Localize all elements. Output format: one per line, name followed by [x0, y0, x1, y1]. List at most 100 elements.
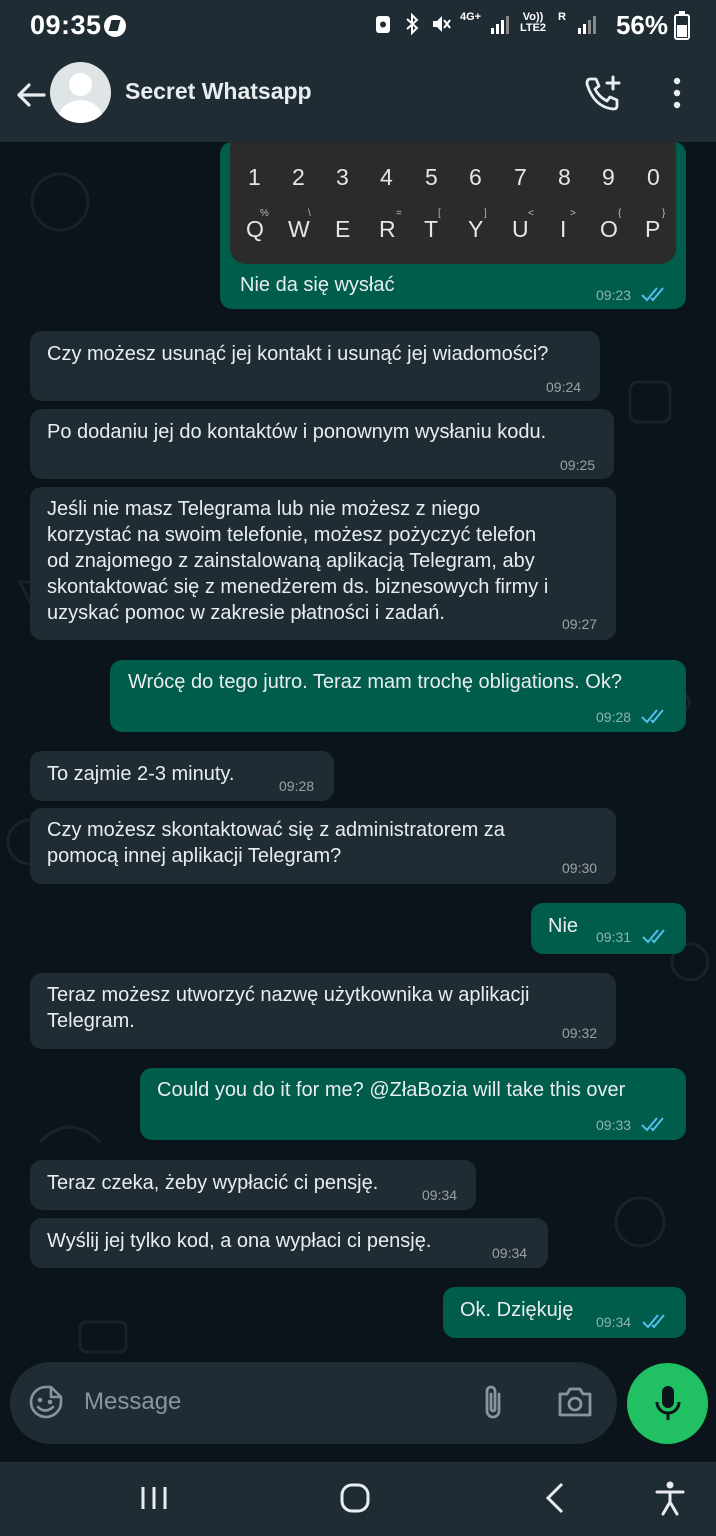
chat-header: Secret Whatsapp: [0, 54, 716, 142]
read-ticks-icon: [641, 287, 664, 302]
camera-icon[interactable]: [556, 1384, 594, 1420]
back-arrow-icon[interactable]: [14, 78, 48, 112]
keyboard-key: R: [379, 216, 396, 242]
chat-area[interactable]: 1 2 3 4 5 6 7 8 9 0 Q W E R T Y U I O P …: [0, 142, 716, 1462]
message-bubble-incoming[interactable]: Teraz czeka, żeby wypłacić ci pensję. 09…: [30, 1160, 476, 1210]
message-time: 09:34: [492, 1245, 528, 1261]
message-bubble-incoming[interactable]: Po dodaniu jej do kontaktów i ponownym w…: [30, 409, 614, 479]
message-text: Could you do it for me? @ZłaBozia will t…: [157, 1079, 626, 1101]
message-bubble-outgoing[interactable]: 1 2 3 4 5 6 7 8 9 0 Q W E R T Y U I O P …: [220, 142, 686, 309]
paperclip-icon[interactable]: [478, 1382, 508, 1422]
accessibility-icon[interactable]: [650, 1478, 690, 1518]
message-time: 09:34: [596, 1314, 632, 1330]
keyboard-subsymbol: {: [618, 208, 622, 219]
status-icons: 4G+ Vo)) LTE2 R: [373, 12, 596, 36]
message-bubble-outgoing[interactable]: Could you do it for me? @ZłaBozia will t…: [140, 1068, 686, 1140]
add-call-icon[interactable]: [584, 74, 622, 112]
avatar[interactable]: [50, 62, 111, 123]
message-text: Teraz czeka, żeby wypłacić ci pensję.: [47, 1172, 379, 1194]
notification-icon: [104, 15, 126, 37]
message-bubble-incoming[interactable]: Teraz możesz utworzyć nazwę użytkownika …: [30, 973, 616, 1049]
home-icon[interactable]: [337, 1480, 373, 1516]
message-bubble-incoming[interactable]: Wyślij jej tylko kod, a ona wypłaci ci p…: [30, 1218, 548, 1268]
keyboard-subsymbol: [: [438, 208, 441, 219]
network-4g-label: 4G+: [460, 11, 482, 23]
keyboard-key: P: [645, 216, 661, 242]
keyboard-key: O: [600, 216, 618, 242]
read-ticks-icon: [642, 1314, 665, 1329]
message-text-line: od znajomego z zainstalowaną aplikacją T…: [47, 550, 535, 572]
message-time: 09:32: [562, 1025, 598, 1041]
keyboard-subsymbol: >: [570, 208, 576, 219]
keyboard-subsymbol: }: [662, 208, 666, 219]
mute-icon: [431, 12, 451, 36]
keyboard-key: E: [335, 216, 351, 242]
message-bubble-incoming[interactable]: To zajmie 2-3 minuty. 09:28: [30, 751, 334, 801]
keyboard-key: I: [560, 216, 567, 242]
mic-button[interactable]: [627, 1363, 708, 1444]
keyboard-key: T: [424, 216, 439, 242]
keyboard-subsymbol: %: [260, 208, 269, 219]
message-text-line: Telegram.: [47, 1010, 135, 1032]
message-time: 09:28: [596, 709, 632, 725]
message-composer: Message: [10, 1362, 617, 1444]
keyboard-key: Q: [246, 216, 264, 242]
keyboard-key: 5: [425, 164, 438, 190]
message-time: 09:24: [546, 379, 582, 395]
volte-label: Vo)) LTE2: [519, 11, 547, 34]
message-text-line: Czy możesz skontaktować się z administra…: [47, 819, 505, 841]
message-time: 09:28: [279, 778, 315, 794]
message-time: 09:30: [562, 860, 598, 876]
keyboard-subsymbol: =: [396, 208, 402, 219]
message-text: Po dodaniu jej do kontaktów i ponownym w…: [47, 421, 547, 443]
message-bubble-incoming[interactable]: Jeśli nie masz Telegrama lub nie możesz …: [30, 487, 616, 640]
message-text: Czy możesz usunąć jej kontakt i usunąć j…: [47, 343, 549, 365]
signal-2-icon: [576, 12, 596, 36]
keyboard-key: Y: [468, 216, 484, 242]
system-nav-bar: [0, 1462, 716, 1536]
keyboard-key: 8: [558, 164, 571, 190]
keyboard-key: 2: [292, 164, 305, 190]
message-time: 09:31: [596, 929, 632, 945]
message-text-line: skontaktować się z menedżerem ds. biznes…: [47, 576, 549, 598]
message-text: Nie: [548, 915, 579, 937]
keyboard-key: 0: [647, 164, 660, 190]
bluetooth-icon: [402, 12, 422, 36]
message-text: Wyślij jej tylko kod, a ona wypłaci ci p…: [47, 1230, 432, 1252]
message-text: Nie da się wysłać: [240, 274, 395, 296]
message-bubble-outgoing[interactable]: Wrócę do tego jutro. Teraz mam trochę ob…: [110, 660, 686, 732]
keyboard-subsymbol: ]: [484, 208, 487, 219]
status-time: 09:35: [30, 10, 102, 40]
message-bubble-incoming[interactable]: Czy możesz usunąć jej kontakt i usunąć j…: [30, 331, 600, 401]
keyboard-key: 3: [336, 164, 349, 190]
message-bubble-incoming[interactable]: Czy możesz skontaktować się z administra…: [30, 808, 616, 884]
emoji-icon[interactable]: [28, 1384, 64, 1420]
battery-icon: [674, 11, 690, 40]
message-text: To zajmie 2-3 minuty.: [47, 763, 235, 785]
message-text-line: korzystać na swoim telefonie, możesz poż…: [47, 524, 537, 546]
message-time: 09:23: [596, 287, 632, 303]
keyboard-key: 4: [380, 164, 393, 190]
message-bubble-outgoing[interactable]: Ok. Dziękuję 09:34: [443, 1287, 686, 1338]
recent-apps-icon[interactable]: [138, 1482, 172, 1514]
signal-icon: [489, 12, 509, 36]
keyboard-key: 9: [602, 164, 615, 190]
message-bubble-outgoing[interactable]: Nie 09:31: [531, 903, 686, 954]
battery-percent: 56%: [615, 10, 668, 40]
keyboard-key: 7: [514, 164, 527, 190]
read-ticks-icon: [641, 1117, 664, 1132]
microphone-icon: [653, 1383, 683, 1423]
more-options-icon[interactable]: [664, 74, 690, 112]
keyboard-key: W: [288, 216, 310, 242]
nav-back-icon[interactable]: [540, 1480, 572, 1516]
contact-name[interactable]: Secret Whatsapp: [125, 78, 312, 105]
message-text-line: uzyskać pomoc w zakresie płatności i zad…: [47, 602, 445, 624]
keyboard-screenshot-image[interactable]: 1 2 3 4 5 6 7 8 9 0 Q W E R T Y U I O P …: [230, 142, 676, 264]
keyboard-subsymbol: \: [308, 208, 311, 219]
keyboard-key: 6: [469, 164, 482, 190]
message-input[interactable]: Message: [84, 1388, 181, 1416]
message-text-line: pomocą innej aplikacji Telegram?: [47, 845, 342, 867]
keyboard-key: 1: [248, 164, 261, 190]
roaming-label: R: [558, 11, 566, 23]
status-bar: 09:35 4G+ Vo)) LTE2 R 56%: [0, 0, 716, 54]
